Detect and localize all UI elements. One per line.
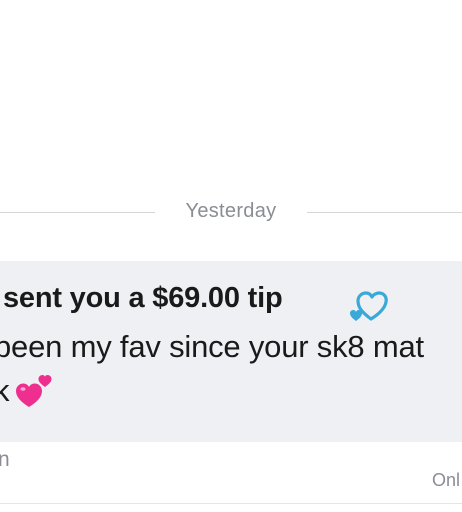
online-status: Onl: [432, 470, 461, 490]
chat-screen: Yesterday sent you a $69.00 tip been my …: [0, 0, 462, 512]
date-divider-label: Yesterday: [185, 200, 277, 222]
blue-heart-icon: [350, 291, 388, 321]
bottom-divider: [0, 503, 462, 504]
tip-message-card[interactable]: sent you a $69.00 tip been my fav since …: [0, 261, 462, 442]
date-divider: Yesterday: [0, 196, 462, 228]
date-divider-line-left: [0, 212, 155, 213]
message-time: n: [0, 448, 10, 471]
tip-amount-text: sent you a $69.00 tip: [3, 282, 283, 314]
message-body-line-2: k: [0, 373, 10, 408]
date-divider-line-right: [307, 212, 462, 213]
message-body-line-1: been my fav since your sk8 mat: [0, 329, 424, 364]
two-hearts-icon: [16, 375, 52, 407]
